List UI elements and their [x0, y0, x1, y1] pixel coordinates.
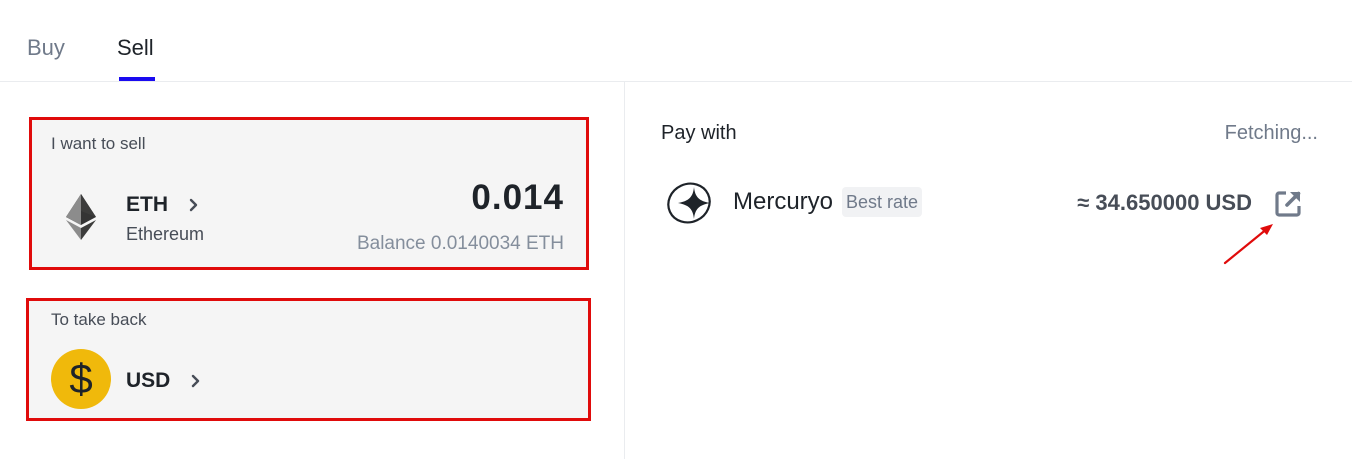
tab-buy[interactable]: Buy: [27, 34, 65, 62]
active-tab-indicator: [119, 77, 155, 81]
panel-divider: [624, 82, 625, 459]
pay-with-label: Pay with: [661, 122, 737, 144]
ethereum-icon: [66, 194, 96, 240]
sell-asset-name: Ethereum: [126, 224, 205, 244]
external-link-icon[interactable]: [1273, 189, 1303, 219]
sell-card-label: I want to sell: [51, 134, 146, 153]
sell-asset-card: I want to sell ETH Ethereum 0.014 Balanc…: [29, 117, 589, 270]
provider-rate: ≈ 34.650000 USD: [1077, 190, 1252, 215]
receive-asset-card: To take back $ USD: [26, 298, 591, 421]
mercuryo-logo-icon: [667, 182, 711, 224]
fetching-status: Fetching...: [1224, 122, 1318, 144]
best-rate-badge: Best rate: [842, 187, 923, 217]
sell-asset-code[interactable]: ETH: [126, 193, 168, 217]
trade-tabs: Buy Sell: [0, 0, 1352, 82]
receive-asset-code[interactable]: USD: [126, 369, 170, 393]
dollar-icon: $: [51, 349, 111, 409]
chevron-right-icon[interactable]: [187, 198, 201, 212]
provider-name: Mercuryo: [733, 188, 834, 215]
chevron-right-icon[interactable]: [189, 374, 203, 388]
annotation-arrow-icon: [1223, 224, 1273, 265]
sell-amount-input[interactable]: 0.014: [471, 178, 564, 218]
receive-card-label: To take back: [51, 310, 147, 329]
tab-sell[interactable]: Sell: [117, 34, 154, 62]
sell-balance: Balance 0.0140034 ETH: [356, 233, 564, 254]
